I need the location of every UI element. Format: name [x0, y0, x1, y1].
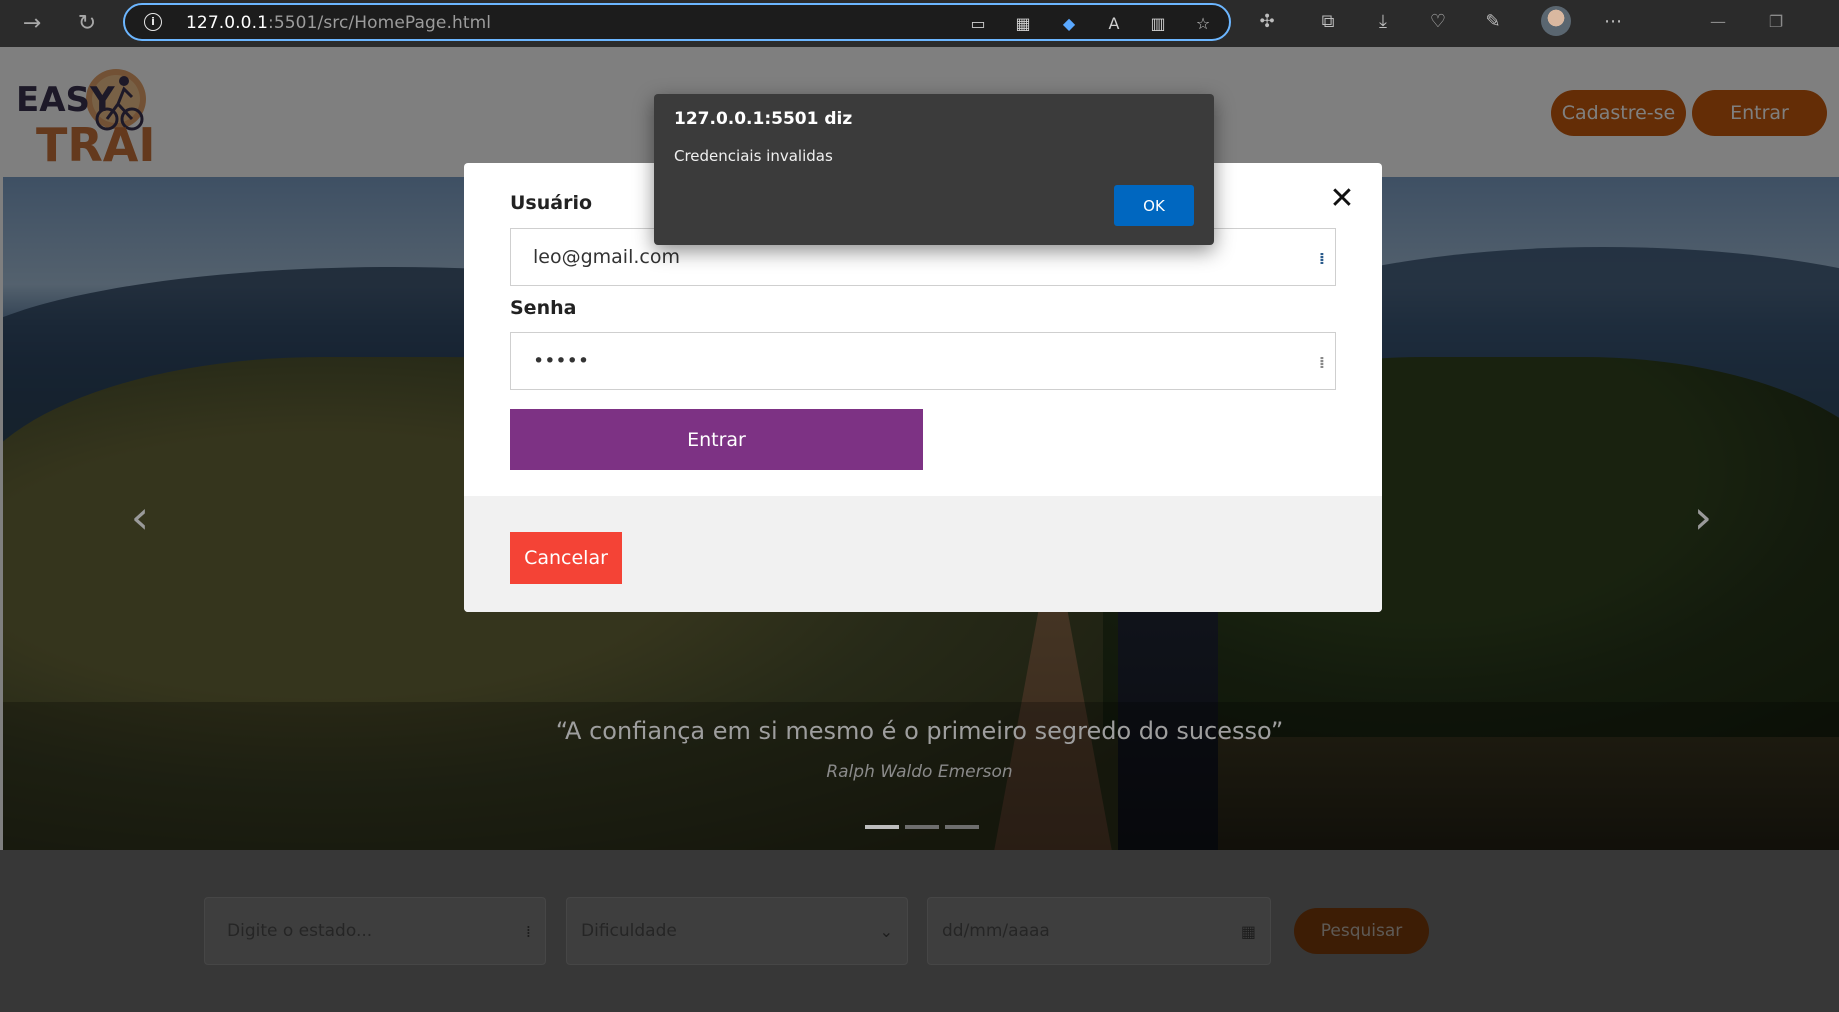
password-label: Senha	[510, 297, 577, 319]
minimize-icon[interactable]: —	[1698, 8, 1738, 36]
carousel-indicator[interactable]	[905, 825, 939, 829]
address-url[interactable]: 127.0.0.1:5501/src/HomePage.html	[186, 13, 491, 33]
collections-icon[interactable]: ⧉	[1316, 10, 1340, 34]
extensions-icon[interactable]: ✣	[1255, 10, 1279, 34]
alert-ok-button[interactable]: OK	[1114, 185, 1194, 226]
modal-footer: Cancelar	[464, 496, 1382, 612]
read-aloud-icon[interactable]: A	[1103, 14, 1125, 34]
copilot-icon[interactable]: ✎	[1481, 10, 1505, 34]
carousel-indicator[interactable]	[865, 825, 899, 829]
address-bar[interactable]: i 127.0.0.1:5501/src/HomePage.html ▭ ▦ ◆…	[123, 3, 1231, 41]
carousel-author: Ralph Waldo Emerson	[826, 762, 1013, 782]
page: EASY TRAIL Cadastre-se Entrar Digite o e…	[0, 47, 1839, 1012]
cast-icon[interactable]: ▭	[967, 14, 989, 34]
password-input-value: •••••	[533, 350, 590, 372]
coupon-tag-icon[interactable]: ◆	[1058, 14, 1080, 34]
restore-icon[interactable]: ❐	[1756, 8, 1796, 36]
carousel-indicator[interactable]	[945, 825, 979, 829]
user-label: Usuário	[510, 192, 593, 214]
password-manager-icon[interactable]: ⁞	[1319, 353, 1325, 372]
password-manager-icon[interactable]: ⁞	[1319, 249, 1325, 268]
carousel-prev-icon[interactable]: ‹	[120, 487, 160, 547]
alert-title: 127.0.0.1:5501 diz	[674, 109, 853, 129]
browser-toolbar: → ↻ i 127.0.0.1:5501/src/HomePage.html ▭…	[0, 0, 1839, 47]
immersive-reader-icon[interactable]: ▥	[1147, 14, 1169, 34]
password-input[interactable]: ••••• ⁞	[510, 332, 1336, 390]
health-icon[interactable]: ♡	[1426, 10, 1450, 34]
close-icon[interactable]: ✕	[1326, 183, 1358, 215]
favorite-add-icon[interactable]: ☆	[1192, 14, 1214, 34]
refresh-icon[interactable]: ↻	[71, 8, 103, 40]
user-input-value: leo@gmail.com	[533, 246, 680, 268]
more-icon[interactable]: ⋯	[1601, 10, 1625, 34]
info-icon[interactable]: i	[144, 13, 162, 31]
carousel-indicators	[865, 825, 979, 829]
alert-message: Credenciais invalidas	[674, 147, 833, 165]
forward-icon[interactable]: →	[16, 8, 48, 40]
apps-icon[interactable]: ▦	[1012, 14, 1034, 34]
carousel-quote: “A confiança em si mesmo é o primeiro se…	[555, 717, 1284, 745]
profile-avatar[interactable]	[1541, 6, 1571, 36]
alert-dialog: 127.0.0.1:5501 diz Credenciais invalidas…	[654, 94, 1214, 245]
download-icon[interactable]: ⤓	[1371, 10, 1395, 34]
carousel-next-icon[interactable]: ›	[1683, 487, 1723, 547]
cancel-button[interactable]: Cancelar	[510, 532, 622, 584]
login-submit-button[interactable]: Entrar	[510, 409, 923, 470]
